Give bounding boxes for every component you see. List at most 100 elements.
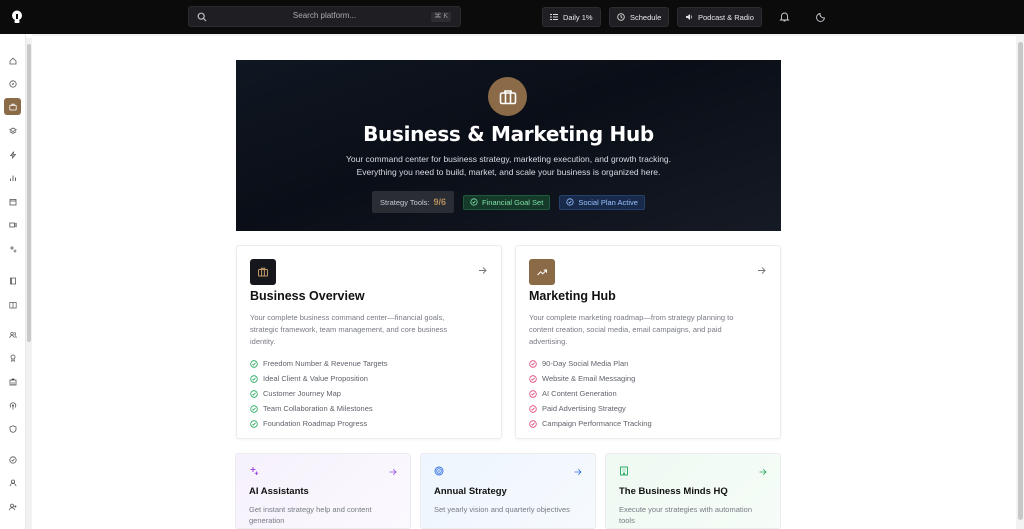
shield-icon: [9, 424, 16, 433]
check-circle-icon: [529, 359, 537, 368]
podcast-icon: [9, 401, 16, 409]
sidebar-item-profile[interactable]: [4, 474, 21, 491]
sidebar-item-video[interactable]: [4, 216, 21, 233]
strategy-tools-label: Strategy Tools:: [380, 197, 430, 207]
business-feature-list: Freedom Number & Revenue Targets Ideal C…: [250, 356, 388, 431]
annual-strategy-card[interactable]: Annual Strategy Set yearly vision and qu…: [420, 453, 596, 529]
sidebar-item-library[interactable]: [4, 272, 21, 289]
check-circle-icon: [250, 404, 258, 413]
home-icon: [9, 57, 16, 64]
annual-strategy-title: Annual Strategy: [434, 486, 507, 497]
strategy-tools-count: 9/6: [433, 197, 447, 207]
calendar-icon: [9, 198, 16, 205]
target-icon: [434, 466, 444, 476]
bar-chart-icon: [9, 175, 16, 181]
podcast-button[interactable]: Podcast & Radio: [677, 7, 762, 27]
moon-icon[interactable]: [816, 11, 827, 22]
ai-assistants-desc: Get instant strategy help and content ge…: [249, 505, 372, 525]
main-scrollbar-thumb[interactable]: [1018, 42, 1023, 520]
social-plan-badge: Social Plan Active: [559, 194, 645, 210]
list-item: AI Content Generation: [529, 386, 652, 401]
hero-subtitle-line2: Everything you need to build, market, an…: [356, 167, 661, 177]
check-circle-icon: [529, 389, 537, 398]
trending-up-icon: [537, 269, 547, 276]
briefcase-icon: [499, 89, 516, 104]
list-item: 90-Day Social Media Plan: [529, 356, 652, 371]
lightning-icon: [9, 150, 16, 159]
sidebar-item-awards[interactable]: [4, 349, 21, 366]
sidebar-item-quick[interactable]: [4, 146, 21, 163]
search-shortcut: ⌘ K: [431, 12, 451, 22]
social-plan-label: Social Plan Active: [578, 197, 638, 207]
check-circle-icon: [8, 455, 17, 464]
sidebar-item-ai[interactable]: [4, 240, 21, 257]
book-icon: [9, 277, 16, 284]
marketing-card-desc: Your complete marketing roadmap—from str…: [529, 313, 734, 346]
check-circle-icon: [529, 404, 537, 413]
building-icon: [9, 378, 16, 385]
marketing-card-title: Marketing Hub: [529, 289, 616, 303]
sparkles-icon: [250, 467, 259, 475]
hero-briefcase-badge: [488, 77, 527, 116]
arrow-right-icon[interactable]: [389, 468, 397, 476]
marketing-feature-list: 90-Day Social Media Plan Website & Email…: [529, 356, 652, 431]
users-icon: [8, 331, 17, 338]
briefcase-icon: [258, 267, 268, 277]
arrow-right-icon[interactable]: [759, 468, 767, 476]
main-top-divider: [32, 34, 1016, 36]
check-circle-icon: [250, 389, 258, 398]
lightbulb-logo-icon[interactable]: [9, 9, 25, 25]
layers-icon: [8, 127, 17, 134]
list-item: Team Collaboration & Milestones: [250, 401, 388, 416]
hero-badges: Strategy Tools: 9/6 Financial Goal Set S…: [236, 191, 781, 213]
podcast-label: Podcast & Radio: [698, 12, 754, 22]
business-overview-card[interactable]: Business Overview Your complete business…: [236, 245, 502, 439]
sidebar: [0, 34, 26, 529]
schedule-label: Schedule: [630, 12, 662, 22]
sidebar-item-organization[interactable]: [4, 373, 21, 390]
list-item: Customer Journey Map: [250, 386, 388, 401]
briefcase-icon: [8, 103, 17, 110]
check-circle-icon: [529, 419, 537, 428]
arrow-right-icon[interactable]: [574, 468, 582, 476]
sparkles-icon: [9, 245, 16, 252]
user-plus-icon: [8, 503, 16, 510]
sidebar-item-journal[interactable]: [4, 296, 21, 313]
check-circle-icon: [470, 198, 478, 206]
sidebar-item-podcast[interactable]: [4, 397, 21, 414]
sidebar-item-security[interactable]: [4, 420, 21, 437]
arrow-right-icon[interactable]: [478, 266, 487, 275]
daily-button[interactable]: Daily 1%: [542, 7, 601, 27]
sidebar-item-invite[interactable]: [4, 498, 21, 515]
search-input[interactable]: Search platform... ⌘ K: [188, 6, 461, 27]
business-card-title: Business Overview: [250, 289, 365, 303]
business-card-desc: Your complete business command center—fi…: [250, 313, 448, 346]
business-minds-hq-card[interactable]: The Business Minds HQ Execute your strat…: [605, 453, 781, 529]
building-icon: [620, 466, 628, 476]
list-check-icon: [550, 14, 558, 20]
book-open-icon: [8, 301, 17, 308]
sidebar-item-calendar[interactable]: [4, 193, 21, 210]
ai-assistants-card[interactable]: AI Assistants Get instant strategy help …: [235, 453, 411, 529]
speaker-icon: [686, 14, 692, 20]
sidebar-item-analytics[interactable]: [4, 169, 21, 186]
list-item: Website & Email Messaging: [529, 371, 652, 386]
annual-strategy-desc: Set yearly vision and quarterly objectiv…: [434, 505, 570, 514]
schedule-button[interactable]: Schedule: [609, 7, 670, 27]
sidebar-item-business[interactable]: [4, 98, 21, 115]
sidebar-item-home[interactable]: [4, 52, 21, 69]
arrow-right-icon[interactable]: [757, 266, 766, 275]
video-icon: [8, 222, 17, 227]
sidebar-item-community[interactable]: [4, 326, 21, 343]
marketing-hub-card[interactable]: Marketing Hub Your complete marketing ro…: [515, 245, 781, 439]
bell-icon[interactable]: [779, 11, 790, 22]
sidebar-scrollbar-thumb[interactable]: [27, 44, 31, 342]
business-minds-hq-desc: Execute your strategies with automation …: [619, 505, 752, 525]
sidebar-item-tasks[interactable]: [4, 451, 21, 468]
sidebar-item-explore[interactable]: [4, 75, 21, 92]
check-circle-icon: [250, 374, 258, 383]
clock-icon: [617, 13, 625, 21]
sidebar-item-layers[interactable]: [4, 122, 21, 139]
check-circle-icon: [566, 198, 574, 206]
financial-goal-badge: Financial Goal Set: [463, 194, 551, 210]
